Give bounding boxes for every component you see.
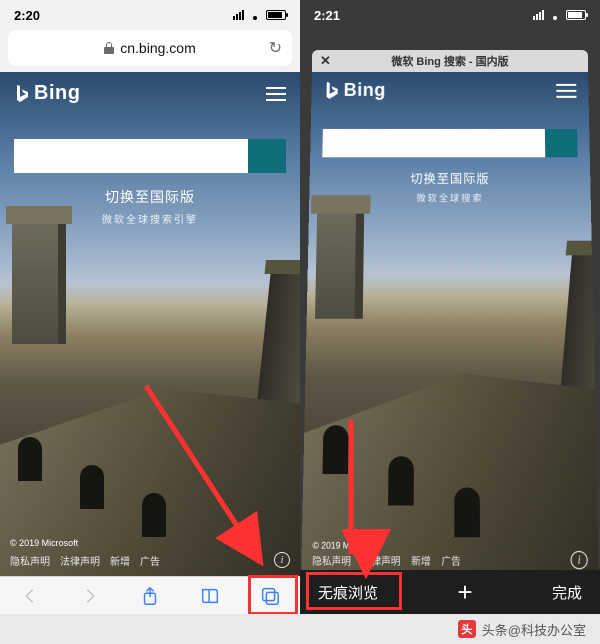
bookmarks-button[interactable] bbox=[197, 583, 223, 609]
info-icon: i bbox=[570, 551, 588, 569]
search-button[interactable] bbox=[248, 139, 286, 173]
status-bar: 2:20 bbox=[0, 0, 300, 30]
watermark: 头 头条@科技办公室 bbox=[0, 614, 600, 644]
share-button[interactable] bbox=[137, 583, 163, 609]
bing-logo[interactable]: Bing bbox=[14, 82, 80, 105]
footer-privacy: 隐私声明 bbox=[312, 553, 351, 568]
footer-add: 新增 bbox=[411, 553, 430, 568]
hamburger-icon bbox=[556, 83, 576, 97]
safari-toolbar bbox=[0, 576, 300, 614]
tabs-toolbar: 无痕浏览 + 完成 bbox=[300, 570, 600, 614]
switch-intl-link: 切换至国际版 bbox=[310, 170, 591, 187]
back-button[interactable] bbox=[17, 583, 43, 609]
battery-icon bbox=[266, 10, 286, 20]
new-tab-button[interactable]: + bbox=[457, 579, 472, 605]
tab-title-bar: ✕ 微软 Bing 搜索 - 国内版 bbox=[312, 50, 588, 72]
left-phone: 2:20 cn.bing.com ↻ Bing bbox=[0, 0, 300, 614]
lock-icon bbox=[104, 42, 114, 54]
bing-page: Bing 切换至国际版 微软全球搜索引擎 © 2019 Microsoft 隐私… bbox=[0, 72, 300, 576]
footer-legal: 法律声明 bbox=[362, 553, 401, 568]
address-bar[interactable]: cn.bing.com ↻ bbox=[8, 30, 292, 66]
switch-intl-link[interactable]: 切换至国际版 bbox=[0, 187, 300, 207]
wifi-icon bbox=[248, 10, 262, 20]
watermark-badge: 头 bbox=[458, 620, 476, 638]
battery-icon bbox=[566, 10, 586, 20]
status-icons bbox=[233, 10, 286, 20]
footer-ads: 广告 bbox=[441, 553, 460, 568]
footer-add[interactable]: 新增 bbox=[110, 553, 130, 568]
address-text: cn.bing.com bbox=[120, 40, 195, 56]
refresh-icon[interactable]: ↻ bbox=[269, 38, 282, 58]
footer-privacy[interactable]: 隐私声明 bbox=[10, 553, 50, 568]
watermark-text: 头条@科技办公室 bbox=[482, 620, 586, 639]
status-icons bbox=[533, 10, 586, 20]
search-button bbox=[545, 129, 578, 157]
bing-footer: 隐私声明 法律声明 新增 广告 i bbox=[312, 551, 588, 569]
tab-preview-card[interactable]: Bing 切换至国际版 微软全球搜索 © 2019 Microsoft 隐私声明… bbox=[301, 72, 599, 576]
tabs-button[interactable] bbox=[257, 583, 283, 609]
wifi-icon bbox=[548, 10, 562, 20]
close-tab-button[interactable]: ✕ bbox=[320, 53, 331, 69]
search-input[interactable] bbox=[14, 139, 248, 173]
cellular-icon bbox=[233, 10, 244, 20]
hamburger-icon[interactable] bbox=[266, 87, 286, 101]
bing-bg-image bbox=[0, 264, 300, 576]
bing-logo: Bing bbox=[323, 80, 385, 101]
bing-footer: 隐私声明 法律声明 新增 广告 i bbox=[10, 552, 290, 568]
info-icon[interactable]: i bbox=[274, 552, 290, 568]
tab-title-text: 微软 Bing 搜索 - 国内版 bbox=[391, 53, 508, 69]
footer-legal[interactable]: 法律声明 bbox=[60, 553, 100, 568]
cellular-icon bbox=[533, 10, 544, 20]
bing-bg-image bbox=[301, 245, 599, 576]
done-button[interactable]: 完成 bbox=[552, 582, 582, 603]
search-bar bbox=[14, 139, 286, 173]
copyright-text: © 2019 Microsoft bbox=[312, 541, 377, 551]
search-input bbox=[322, 129, 545, 157]
copyright-text: © 2019 Microsoft bbox=[10, 538, 78, 548]
search-bar bbox=[322, 129, 577, 157]
footer-ads[interactable]: 广告 bbox=[140, 553, 160, 568]
forward-button[interactable] bbox=[77, 583, 103, 609]
right-phone: 2:21 ✕ 微软 Bing 搜索 - 国内版 Bing bbox=[300, 0, 600, 614]
status-time: 2:20 bbox=[14, 8, 40, 23]
status-bar: 2:21 bbox=[300, 0, 600, 30]
private-browsing-button[interactable]: 无痕浏览 bbox=[318, 582, 378, 603]
status-time: 2:21 bbox=[314, 8, 340, 23]
